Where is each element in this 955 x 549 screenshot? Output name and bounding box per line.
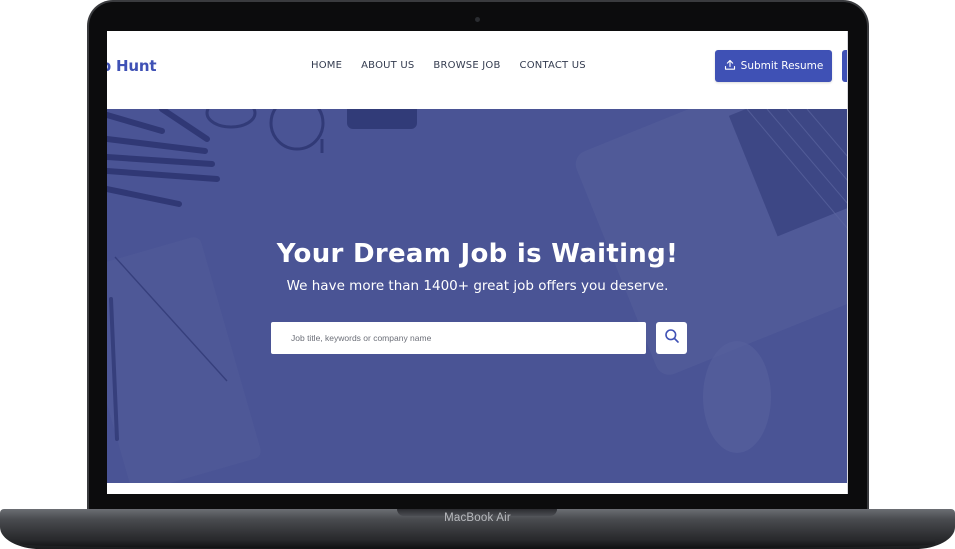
- hero-subtitle: We have more than 1400+ great job offers…: [286, 278, 669, 294]
- upload-icon: [724, 59, 736, 74]
- site-logo[interactable]: Job Hunt: [107, 57, 157, 75]
- site-navbar: Job Hunt HOME ABOUT US BROWSE JOB CONTAC…: [107, 31, 848, 109]
- submit-resume-button[interactable]: Submit Resume: [715, 50, 832, 82]
- hero-background-image: [107, 109, 848, 483]
- job-search-input[interactable]: [271, 322, 646, 354]
- hero-section: Your Dream Job is Waiting! We have more …: [107, 109, 848, 483]
- main-nav: HOME ABOUT US BROWSE JOB CONTACT US: [311, 60, 586, 71]
- logo-text: Job Hunt: [107, 57, 157, 75]
- nav-about-link[interactable]: ABOUT US: [361, 60, 414, 71]
- camera-dot: [475, 17, 480, 22]
- submit-resume-label: Submit Resume: [740, 60, 824, 72]
- nav-browse-link[interactable]: BROWSE JOB: [433, 60, 500, 71]
- search-icon: [664, 328, 680, 349]
- search-button[interactable]: [656, 322, 687, 354]
- hero-title: Your Dream Job is Waiting!: [276, 239, 679, 269]
- laptop-base-bottom: [20, 539, 935, 549]
- content-divider: [107, 483, 848, 494]
- screen-edge: [847, 31, 848, 494]
- nav-contact-link[interactable]: CONTACT US: [520, 60, 586, 71]
- laptop-model-label: MacBook Air: [444, 512, 511, 524]
- nav-home-link[interactable]: HOME: [311, 60, 342, 71]
- laptop-screen: Job Hunt HOME ABOUT US BROWSE JOB CONTAC…: [107, 31, 848, 494]
